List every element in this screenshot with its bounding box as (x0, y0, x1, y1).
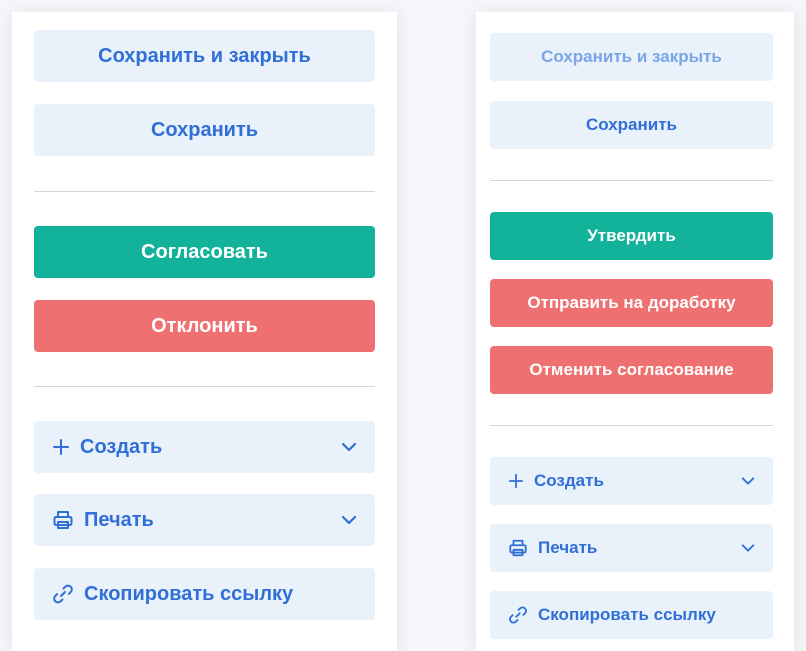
link-icon (508, 605, 528, 625)
print-label: Печать (84, 508, 154, 531)
save-and-close-label: Сохранить и закрыть (98, 44, 311, 67)
save-button[interactable]: Сохранить (34, 104, 375, 156)
approve-label: Согласовать (141, 240, 268, 263)
link-icon (52, 583, 74, 605)
divider (490, 425, 773, 426)
save-and-close-label: Сохранить и закрыть (541, 47, 722, 66)
chevron-down-icon (741, 477, 755, 486)
approve-button[interactable]: Согласовать (34, 226, 375, 278)
printer-icon (52, 509, 74, 531)
printer-icon (508, 538, 528, 558)
right-action-panel: Сохранить и закрыть Сохранить Утвердить … (476, 12, 794, 651)
send-for-revision-button[interactable]: Отправить на доработку (490, 279, 773, 327)
save-button[interactable]: Сохранить (490, 101, 773, 149)
confirm-label: Утвердить (587, 226, 676, 245)
create-dropdown-button[interactable]: Создать (490, 457, 773, 505)
copy-link-label: Скопировать ссылку (84, 582, 294, 605)
reject-label: Отклонить (151, 314, 258, 337)
chevron-down-icon (341, 442, 357, 452)
print-label: Печать (538, 538, 598, 557)
print-dropdown-button[interactable]: Печать (34, 494, 375, 546)
divider (34, 191, 375, 192)
copy-link-button[interactable]: Скопировать ссылку (490, 591, 773, 639)
confirm-button[interactable]: Утвердить (490, 212, 773, 260)
chevron-down-icon (341, 515, 357, 525)
divider (490, 180, 773, 181)
reject-button[interactable]: Отклонить (34, 300, 375, 352)
create-dropdown-button[interactable]: Создать (34, 421, 375, 473)
divider (34, 386, 375, 387)
save-label: Сохранить (585, 115, 678, 134)
create-label: Создать (80, 435, 163, 458)
left-action-panel: Сохранить и закрыть Сохранить Согласоват… (12, 12, 397, 651)
copy-link-button[interactable]: Скопировать ссылку (34, 568, 375, 620)
cancel-approval-button[interactable]: Отменить согласование (490, 346, 773, 394)
copy-link-label: Скопировать ссылку (538, 605, 716, 624)
plus-icon (508, 473, 524, 489)
create-label: Создать (534, 471, 604, 490)
cancel-approval-label: Отменить согласование (529, 360, 734, 379)
send-for-revision-label: Отправить на доработку (527, 293, 736, 312)
save-label: Сохранить (150, 118, 259, 141)
save-and-close-button[interactable]: Сохранить и закрыть (490, 33, 773, 81)
save-and-close-button[interactable]: Сохранить и закрыть (34, 30, 375, 82)
chevron-down-icon (741, 544, 755, 553)
print-dropdown-button[interactable]: Печать (490, 524, 773, 572)
plus-icon (52, 438, 70, 456)
